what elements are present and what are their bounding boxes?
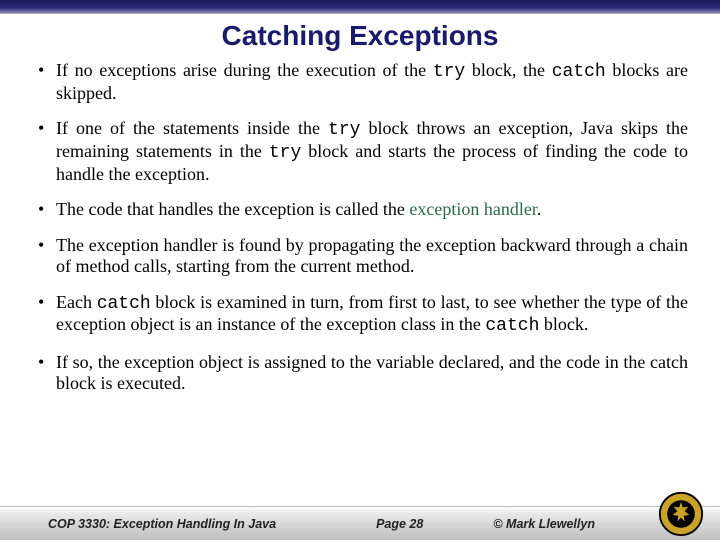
footer-page: Page 28 bbox=[376, 517, 423, 531]
text: block. bbox=[539, 314, 588, 334]
bullet-4: The exception handler is found by propag… bbox=[38, 235, 688, 276]
text: block, the bbox=[465, 60, 551, 80]
ucf-logo-icon bbox=[658, 491, 704, 537]
text: . bbox=[537, 199, 542, 219]
text: The code that handles the exception is c… bbox=[56, 199, 409, 219]
footer-copyright: © Mark Llewellyn bbox=[493, 517, 595, 531]
bullet-list: If no exceptions arise during the execut… bbox=[38, 60, 688, 393]
slide-footer: COP 3330: Exception Handling In Java Pag… bbox=[0, 506, 720, 540]
slide-title: Catching Exceptions bbox=[0, 20, 720, 52]
footer-course: COP 3330: Exception Handling In Java bbox=[48, 517, 276, 531]
bullet-6: If so, the exception object is assigned … bbox=[38, 352, 688, 393]
header-stripe bbox=[0, 0, 720, 14]
code-inline: try bbox=[433, 62, 465, 82]
text: Each bbox=[56, 292, 97, 312]
bullet-2: If one of the statements inside the try … bbox=[38, 118, 688, 184]
text: If so, the exception object is assigned … bbox=[56, 352, 688, 393]
highlight-text: exception handler bbox=[409, 199, 536, 219]
code-inline: try bbox=[328, 120, 360, 140]
bullet-3: The code that handles the exception is c… bbox=[38, 199, 688, 220]
bullet-1: If no exceptions arise during the execut… bbox=[38, 60, 688, 103]
code-inline: catch bbox=[485, 316, 539, 336]
slide-body: If no exceptions arise during the execut… bbox=[0, 60, 720, 393]
text: If one of the statements inside the bbox=[56, 118, 328, 138]
code-inline: catch bbox=[552, 62, 606, 82]
text: If no exceptions arise during the execut… bbox=[56, 60, 433, 80]
text: The exception handler is found by propag… bbox=[56, 235, 688, 276]
code-inline: catch bbox=[97, 294, 151, 314]
code-inline: try bbox=[269, 143, 301, 163]
bullet-5: Each catch block is examined in turn, fr… bbox=[38, 292, 688, 337]
